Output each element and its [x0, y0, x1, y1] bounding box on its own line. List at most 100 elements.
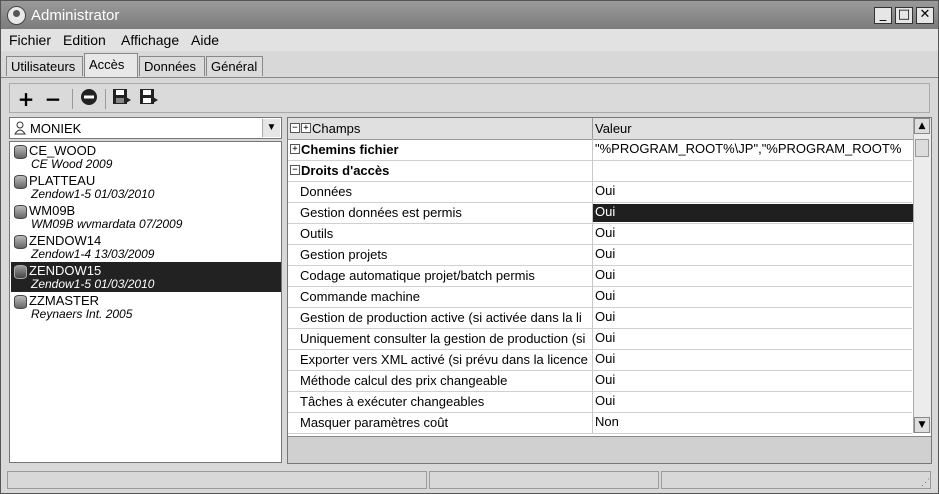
- database-name: ZZMASTER: [29, 293, 100, 308]
- field-value[interactable]: Oui: [593, 372, 913, 390]
- delete-circle-icon[interactable]: [78, 88, 100, 110]
- expand-all-icon[interactable]: +: [301, 123, 311, 133]
- tab-donnees[interactable]: Données: [139, 56, 205, 76]
- field-value[interactable]: Oui: [593, 393, 913, 411]
- grid-row[interactable]: Exporter vers XML activé (si prévu dans …: [288, 349, 912, 371]
- grid-row[interactable]: Gestion de production active (si activée…: [288, 307, 912, 329]
- field-value[interactable]: Non: [593, 414, 913, 432]
- field-value[interactable]: [593, 162, 913, 180]
- field-label: Outils: [300, 226, 334, 241]
- field-label: Exporter vers XML activé (si prévu dans …: [300, 352, 588, 367]
- scroll-up-icon[interactable]: ▲: [914, 118, 930, 134]
- field-value[interactable]: Oui: [593, 288, 913, 306]
- menu-fichier[interactable]: Fichier: [9, 32, 51, 48]
- database-name: WM09B: [29, 203, 76, 218]
- tab-general[interactable]: Général: [206, 56, 263, 76]
- database-icon: [14, 205, 27, 219]
- grid-description-pane: [288, 436, 931, 463]
- database-description: Zendow1-5 01/03/2010: [31, 187, 155, 201]
- grid-row[interactable]: Commande machine Oui: [288, 286, 912, 308]
- user-icon: [14, 121, 26, 135]
- grid-row[interactable]: Masquer paramètres coût Non: [288, 412, 912, 434]
- list-item-selected[interactable]: ZENDOW15 Zendow1-5 01/03/2010: [11, 262, 281, 292]
- database-description: Zendow1-5 01/03/2010: [31, 277, 155, 291]
- field-label: Droits d'accès: [301, 163, 390, 178]
- field-label: Données: [300, 184, 353, 199]
- toolbar-separator: [105, 89, 106, 109]
- toolbar: + −: [9, 83, 930, 113]
- minimize-button[interactable]: _: [874, 7, 892, 24]
- close-button[interactable]: ✕: [916, 7, 934, 24]
- field-label: Gestion projets: [300, 247, 388, 262]
- minus-icon[interactable]: −: [42, 88, 64, 110]
- status-pane: [429, 471, 659, 489]
- grid-header: − + Champs Valeur: [288, 118, 914, 140]
- grid-category-row[interactable]: − Droits d'accès: [288, 160, 912, 182]
- save-icon[interactable]: [111, 88, 133, 110]
- grid-row-selected[interactable]: Gestion données est permis Oui: [288, 202, 913, 224]
- database-icon: [14, 295, 27, 309]
- column-header-champs[interactable]: Champs: [312, 121, 360, 136]
- menu-bar: Fichier Edition Affichage Aide: [1, 29, 938, 51]
- scrollbar-thumb[interactable]: [915, 139, 929, 157]
- tab-acces[interactable]: Accès: [84, 53, 138, 77]
- list-item[interactable]: ZZMASTER Reynaers Int. 2005: [11, 292, 281, 322]
- scroll-down-icon[interactable]: ▼: [914, 417, 930, 433]
- collapse-icon[interactable]: −: [290, 165, 300, 175]
- field-value[interactable]: Oui: [593, 225, 913, 243]
- menu-aide[interactable]: Aide: [191, 32, 219, 48]
- maximize-button[interactable]: □: [895, 7, 913, 24]
- title-bar[interactable]: Administrator _ □ ✕: [1, 1, 938, 29]
- window-title: Administrator: [31, 7, 120, 24]
- menu-affichage[interactable]: Affichage: [121, 32, 179, 48]
- list-item[interactable]: WM09B WM09B wvmardata 07/2009: [11, 202, 281, 232]
- database-icon: [14, 235, 27, 249]
- grid-row[interactable]: Codage automatique projet/batch permis O…: [288, 265, 912, 287]
- field-value[interactable]: Oui: [593, 246, 913, 264]
- database-description: CE Wood 2009: [31, 157, 113, 171]
- database-name: ZENDOW14: [29, 233, 102, 248]
- grid-category-row[interactable]: + Chemins fichier "%PROGRAM_ROOT%\JP","%…: [288, 139, 912, 161]
- list-item[interactable]: ZENDOW14 Zendow1-4 13/03/2009: [11, 232, 281, 262]
- grid-row[interactable]: Données Oui: [288, 181, 912, 203]
- grid-row[interactable]: Méthode calcul des prix changeable Oui: [288, 370, 912, 392]
- user-select[interactable]: MONIEK ▼: [9, 117, 282, 139]
- resize-grip-icon[interactable]: ⋰: [921, 477, 930, 488]
- list-item[interactable]: PLATTEAU Zendow1-5 01/03/2010: [11, 172, 281, 202]
- field-value[interactable]: Oui: [593, 309, 913, 327]
- app-icon: [7, 6, 26, 25]
- grid-row[interactable]: Uniquement consulter la gestion de produ…: [288, 328, 912, 350]
- database-name: PLATTEAU: [29, 173, 96, 188]
- field-value[interactable]: "%PROGRAM_ROOT%\JP","%PROGRAM_ROOT%: [593, 141, 913, 159]
- database-description: Reynaers Int. 2005: [31, 307, 133, 321]
- field-label: Gestion de production active (si activée…: [300, 310, 582, 325]
- database-name: ZENDOW15: [29, 263, 102, 278]
- field-value-selected[interactable]: Oui: [593, 204, 913, 222]
- save-as-icon[interactable]: [138, 88, 160, 110]
- tab-utilisateurs[interactable]: Utilisateurs: [6, 56, 83, 76]
- field-value[interactable]: Oui: [593, 267, 913, 285]
- field-value[interactable]: Oui: [593, 351, 913, 369]
- column-header-valeur[interactable]: Valeur: [595, 121, 632, 136]
- grid-row[interactable]: Tâches à exécuter changeables Oui: [288, 391, 912, 413]
- list-item[interactable]: CE_WOOD CE Wood 2009: [11, 142, 281, 172]
- field-label: Commande machine: [300, 289, 420, 304]
- chevron-down-icon[interactable]: ▼: [262, 119, 280, 137]
- field-label: Codage automatique projet/batch permis: [300, 268, 535, 283]
- field-label: Masquer paramètres coût: [300, 415, 449, 430]
- tab-strip: Utilisateurs Accès Données Général: [1, 53, 938, 78]
- field-label: Chemins fichier: [301, 142, 399, 157]
- field-value[interactable]: Oui: [593, 183, 913, 201]
- database-icon: [14, 265, 27, 279]
- expand-icon[interactable]: +: [290, 144, 300, 154]
- grid-row[interactable]: Gestion projets Oui: [288, 244, 912, 266]
- field-label: Méthode calcul des prix changeable: [300, 373, 508, 388]
- column-divider[interactable]: [592, 118, 593, 139]
- menu-edition[interactable]: Edition: [63, 32, 106, 48]
- field-value[interactable]: Oui: [593, 330, 913, 348]
- grid-row[interactable]: Outils Oui: [288, 223, 912, 245]
- plus-icon[interactable]: +: [15, 88, 37, 110]
- collapse-all-icon[interactable]: −: [290, 123, 300, 133]
- vertical-scrollbar[interactable]: ▲ ▼: [913, 118, 931, 433]
- database-description: WM09B wvmardata 07/2009: [31, 217, 183, 231]
